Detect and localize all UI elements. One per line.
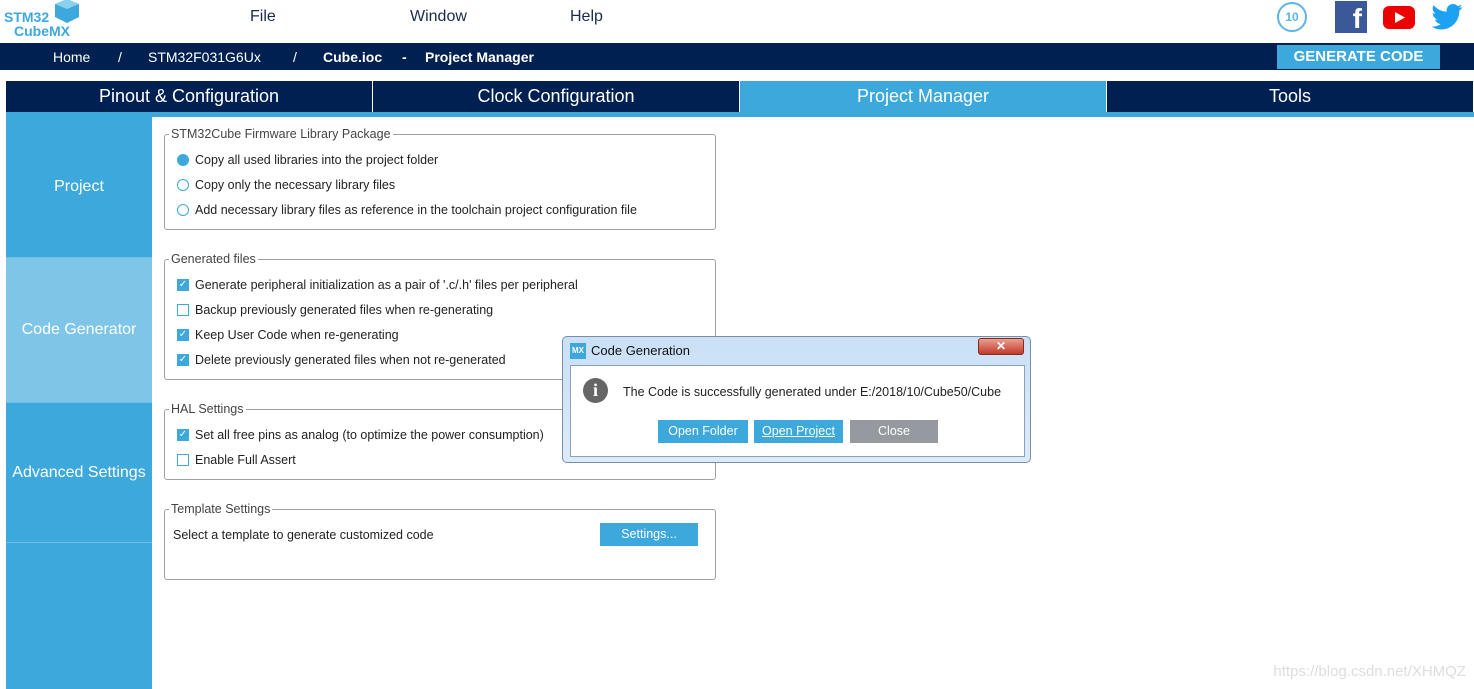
checkbox-free-pins-analog[interactable]: ✓ Set all free pins as analog (to optimiz… [177,428,544,442]
code-generation-dialog: MX Code Generation ✕ i The Code is succe… [562,336,1031,463]
checkbox[interactable]: ✓ [177,329,189,341]
breadcrumb-page: Project Manager [425,49,534,65]
breadcrumb-separator: / [293,49,297,65]
youtube-icon[interactable] [1383,6,1415,29]
radio-copy-all[interactable]: Copy all used libraries into the project… [177,153,438,167]
radio-button[interactable] [177,179,189,191]
sidebar: Project Code Generator Advanced Settings [6,117,152,689]
option-label: Add necessary library files as reference… [195,203,637,217]
group-legend: Generated files [169,252,258,266]
dialog-close-icon[interactable]: ✕ [978,338,1024,355]
sidebar-item-code-generator[interactable]: Code Generator [6,258,152,403]
group-legend: STM32Cube Firmware Library Package [169,127,393,141]
settings-button[interactable]: Settings... [600,523,698,546]
tab-project-manager[interactable]: Project Manager [740,81,1107,112]
checkbox[interactable] [177,304,189,316]
checkbox[interactable]: ✓ [177,429,189,441]
breadcrumb-file[interactable]: Cube.ioc [323,49,382,65]
group-legend: Template Settings [169,502,273,516]
facebook-icon[interactable]: f [1335,1,1367,34]
radio-add-reference[interactable]: Add necessary library files as reference… [177,203,637,217]
dialog-body: i The Code is successfully generated und… [570,365,1025,457]
option-label: Delete previously generated files when n… [195,353,506,367]
stm32cubemx-logo: STM32 CubeMX [4,0,84,40]
logo-line1: STM32 [4,9,50,25]
group-legend: HAL Settings [169,402,246,416]
template-description: Select a template to generate customized… [173,528,434,542]
logo-line2: CubeMX [14,23,70,39]
tab-underline [6,112,1474,117]
breadcrumb: Home / STM32F031G6Ux / Cube.ioc - Projec… [0,43,1474,70]
watermark: https://blog.csdn.net/XHMQZ [1273,663,1466,680]
firmware-package-group: STM32Cube Firmware Library Package Copy … [164,127,716,230]
close-button[interactable]: Close [850,420,938,443]
menu-help[interactable]: Help [570,8,603,26]
option-label: Set all free pins as analog (to optimize… [195,428,544,442]
radio-copy-necessary[interactable]: Copy only the necessary library files [177,178,395,192]
tab-tools[interactable]: Tools [1107,81,1474,112]
template-settings-group: Template Settings Select a template to g… [164,502,716,580]
cube-icon [55,0,79,23]
checkbox[interactable]: ✓ [177,354,189,366]
checkbox-peripheral-pair[interactable]: ✓ Generate peripheral initialization as a… [177,278,578,292]
sidebar-item-project[interactable]: Project [6,117,152,258]
option-label: Enable Full Assert [195,453,296,467]
option-label: Copy only the necessary library files [195,178,396,192]
breadcrumb-home[interactable]: Home [53,49,90,65]
menu-window[interactable]: Window [410,8,467,26]
sidebar-item-advanced-settings[interactable]: Advanced Settings [6,403,152,543]
menu-file[interactable]: File [250,8,276,26]
checkbox[interactable] [177,454,189,466]
option-label: Backup previously generated files when r… [195,303,494,317]
dialog-message: The Code is successfully generated under… [623,385,1002,399]
tab-pinout-configuration[interactable]: Pinout & Configuration [6,81,373,112]
checkbox[interactable]: ✓ [177,279,189,291]
open-project-button[interactable]: Open Project [754,420,843,443]
breadcrumb-device[interactable]: STM32F031G6Ux [148,49,261,65]
option-label: Copy all used libraries into the project… [195,153,439,167]
checkbox-full-assert[interactable]: Enable Full Assert [177,453,296,467]
dialog-title: Code Generation [591,343,691,358]
radio-button[interactable] [177,204,189,216]
breadcrumb-separator: / [118,49,122,65]
twitter-icon[interactable] [1431,4,1463,30]
checkbox-keep-user-code[interactable]: ✓ Keep User Code when re-generating [177,328,399,342]
option-label: Keep User Code when re-generating [195,328,399,342]
radio-button[interactable] [177,154,189,166]
open-folder-button[interactable]: Open Folder [658,420,748,443]
option-label: Generate peripheral initialization as a … [195,278,578,292]
generate-code-button[interactable]: GENERATE CODE [1277,45,1440,69]
checkbox-delete-previous[interactable]: ✓ Delete previously generated files when … [177,353,506,367]
mx-app-icon: MX [570,343,586,359]
tab-clock-configuration[interactable]: Clock Configuration [373,81,740,112]
checkbox-backup[interactable]: Backup previously generated files when r… [177,303,493,317]
info-icon: i [583,378,608,403]
main-tabs: Pinout & Configuration Clock Configurati… [6,81,1474,112]
anniversary-10-years-icon[interactable]: 10 [1277,2,1307,32]
breadcrumb-dash: - [402,49,407,65]
